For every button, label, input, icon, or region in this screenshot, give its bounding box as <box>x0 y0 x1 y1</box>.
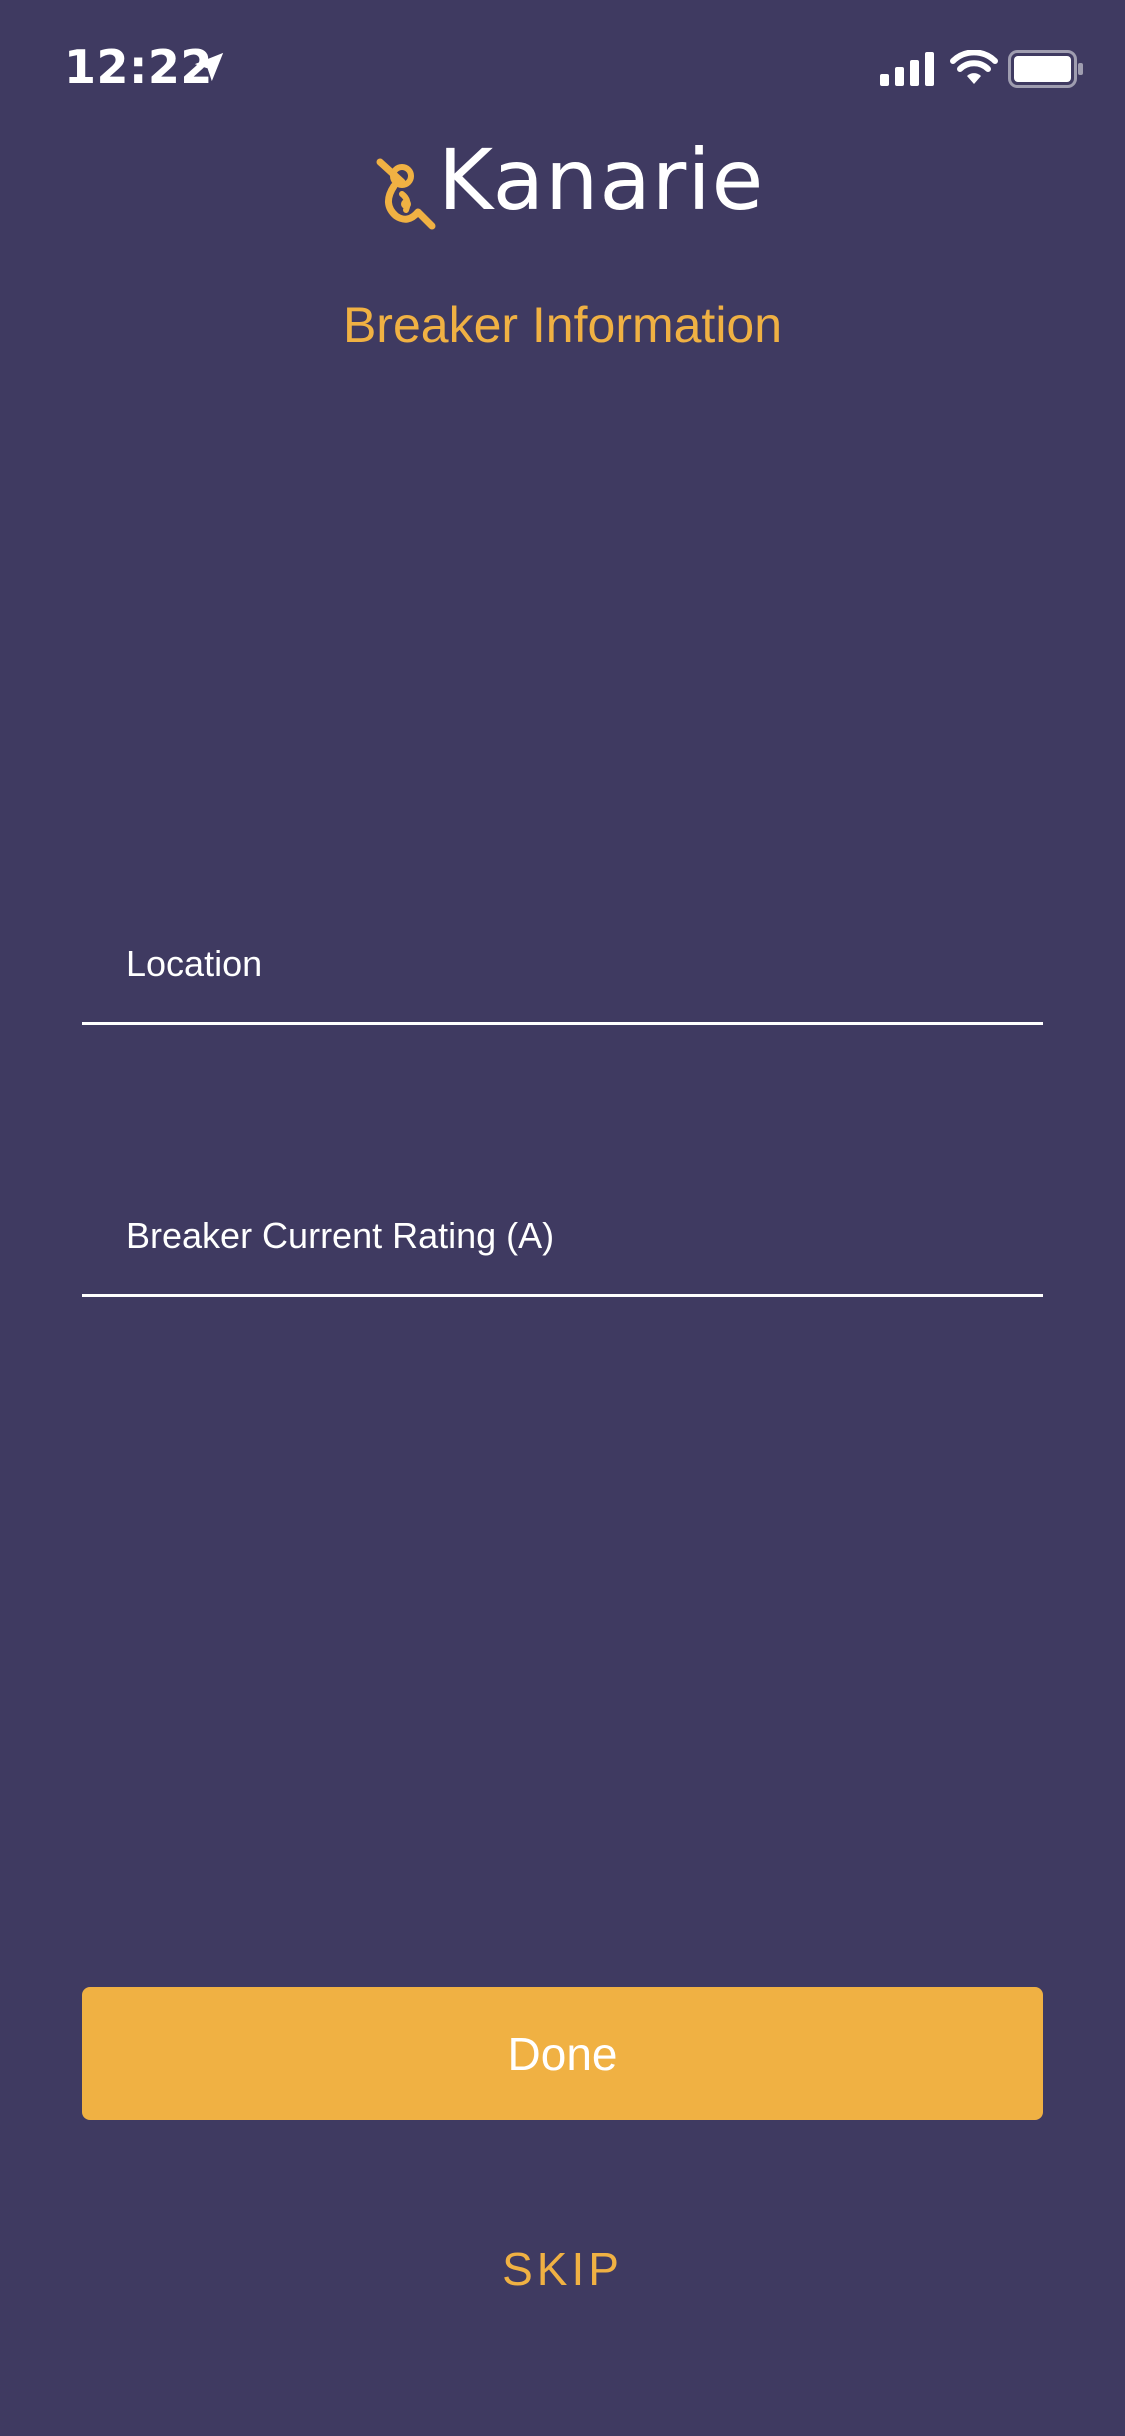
page-title: Breaker Information <box>342 297 783 353</box>
breaker-rating-field[interactable] <box>82 1186 1043 1297</box>
wifi-icon <box>950 50 998 84</box>
battery-icon <box>1008 50 1083 88</box>
location-input[interactable] <box>124 940 1028 988</box>
skip-button[interactable]: SKIP <box>0 2242 1125 2296</box>
location-arrow-icon <box>194 52 224 82</box>
breaker-rating-input[interactable] <box>124 1212 1028 1260</box>
location-field[interactable] <box>82 914 1043 1025</box>
status-bar: 12:22 <box>0 0 1125 140</box>
location-underline <box>82 1022 1043 1025</box>
app-name: Kanarie <box>438 131 765 229</box>
app-logo: Kanarie <box>372 138 763 234</box>
signal-icon <box>880 52 934 86</box>
status-time: 12:22 <box>64 40 213 94</box>
done-button[interactable]: Done <box>82 1987 1043 2120</box>
breaker-rating-underline <box>82 1294 1043 1297</box>
